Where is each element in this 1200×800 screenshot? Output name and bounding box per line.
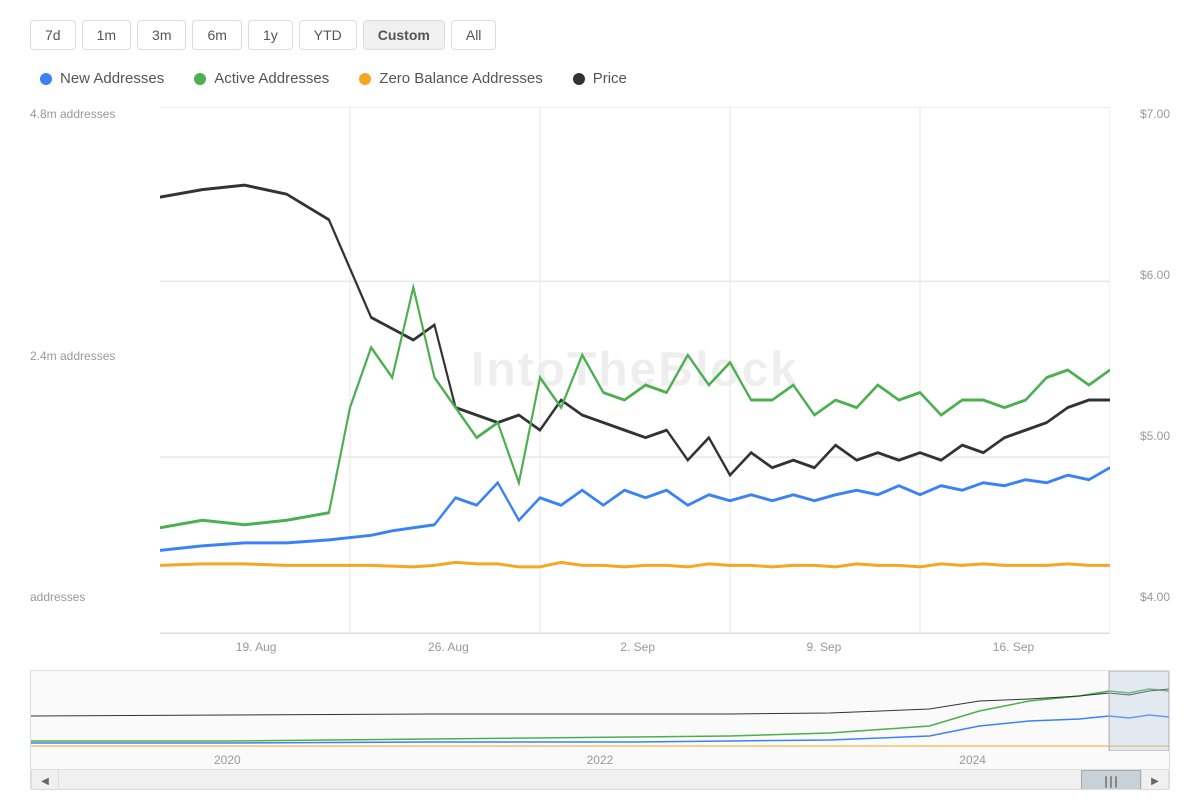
y-right-400: $4.00 — [1110, 590, 1170, 604]
legend-dot-active — [194, 73, 206, 85]
mini-chart-container: 2020 2022 2024 ◀ ▶ — [30, 670, 1170, 790]
chart-legend: New Addresses Active Addresses Zero Bala… — [30, 70, 1170, 87]
scroll-track — [59, 770, 1141, 791]
btn-1y[interactable]: 1y — [248, 20, 293, 50]
main-container: 7d 1m 3m 6m 1y YTD Custom All New Addres… — [0, 0, 1200, 800]
scroll-thumb[interactable] — [1081, 770, 1141, 791]
btn-7d[interactable]: 7d — [30, 20, 76, 50]
legend-price[interactable]: Price — [573, 70, 627, 87]
scroll-left-btn[interactable]: ◀ — [31, 770, 59, 791]
legend-dot-new — [40, 73, 52, 85]
legend-label-price: Price — [593, 70, 627, 87]
y-axis-right: $7.00 $6.00 $5.00 $4.00 — [1110, 107, 1170, 634]
btn-ytd[interactable]: YTD — [299, 20, 357, 50]
y-label-bot: addresses — [30, 590, 160, 604]
mini-scrollbar: ◀ ▶ — [31, 769, 1169, 790]
x-label-1: 19. Aug — [236, 640, 277, 654]
grip-line-3 — [1115, 776, 1117, 788]
legend-new-addresses[interactable]: New Addresses — [40, 70, 164, 87]
grip-line-2 — [1110, 776, 1112, 788]
scroll-thumb-grip — [1105, 776, 1117, 788]
x-label-3: 2. Sep — [620, 640, 655, 654]
grip-line-1 — [1105, 776, 1107, 788]
y-axis-left: 4.8m addresses 2.4m addresses addresses — [30, 107, 160, 634]
x-label-2: 26. Aug — [428, 640, 469, 654]
mini-x-2024: 2024 — [959, 753, 986, 767]
y-right-600: $6.00 — [1110, 268, 1170, 282]
time-range-bar: 7d 1m 3m 6m 1y YTD Custom All — [30, 20, 1170, 50]
main-chart-svg — [160, 107, 1110, 633]
mini-x-axis: 2020 2022 2024 — [31, 751, 1169, 769]
y-label-top: 4.8m addresses — [30, 107, 160, 121]
y-right-500: $5.00 — [1110, 429, 1170, 443]
btn-3m[interactable]: 3m — [137, 20, 186, 50]
btn-6m[interactable]: 6m — [192, 20, 241, 50]
legend-dot-price — [573, 73, 585, 85]
mini-x-2020: 2020 — [214, 753, 241, 767]
legend-label-zero: Zero Balance Addresses — [379, 70, 542, 87]
y-label-mid: 2.4m addresses — [30, 349, 160, 363]
btn-1m[interactable]: 1m — [82, 20, 131, 50]
btn-custom[interactable]: Custom — [363, 20, 445, 50]
legend-active-addresses[interactable]: Active Addresses — [194, 70, 329, 87]
chart-body: IntoTheBlock — [160, 107, 1110, 634]
y-right-700: $7.00 — [1110, 107, 1170, 121]
legend-label-new: New Addresses — [60, 70, 164, 87]
x-label-4: 9. Sep — [807, 640, 842, 654]
mini-x-2022: 2022 — [587, 753, 614, 767]
main-chart: 4.8m addresses 2.4m addresses addresses … — [30, 107, 1170, 634]
legend-label-active: Active Addresses — [214, 70, 329, 87]
btn-all[interactable]: All — [451, 20, 497, 50]
x-label-5: 16. Sep — [993, 640, 1034, 654]
scroll-right-btn[interactable]: ▶ — [1141, 770, 1169, 791]
x-axis: 19. Aug 26. Aug 2. Sep 9. Sep 16. Sep — [160, 634, 1110, 660]
legend-zero-balance[interactable]: Zero Balance Addresses — [359, 70, 542, 87]
chart-area: 4.8m addresses 2.4m addresses addresses … — [30, 107, 1170, 790]
mini-chart-svg — [31, 671, 1169, 751]
legend-dot-zero — [359, 73, 371, 85]
